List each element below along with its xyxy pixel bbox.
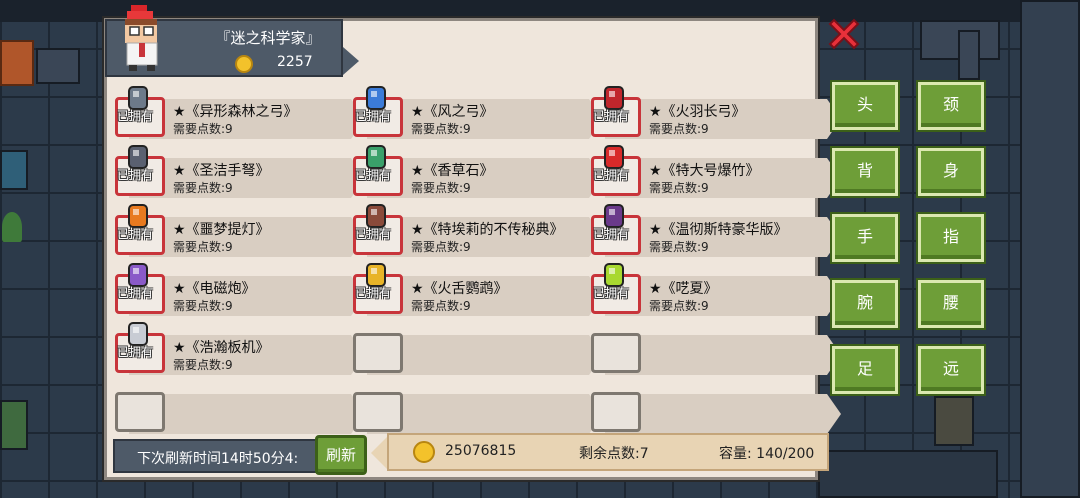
item-cost: 需要点数:9 — [649, 240, 709, 254]
floor-ledge — [818, 450, 998, 498]
scientist-avatar-icon — [125, 5, 158, 71]
pillar — [958, 30, 980, 80]
item-cost: 需要点数:9 — [173, 122, 233, 136]
item-name: ★《电磁炮》 — [173, 281, 256, 297]
item-cost: 需要点数:9 — [649, 299, 709, 313]
category-button[interactable]: 头 — [832, 82, 898, 130]
item-name: ★《火舌鹦鹉》 — [411, 281, 508, 297]
item-name: ★《噩梦提灯》 — [173, 222, 270, 238]
item-cost: 需要点数:9 — [173, 358, 233, 372]
category-button[interactable]: 远 — [918, 346, 984, 394]
item-name: ★《特大号爆竹》 — [649, 163, 760, 179]
total-coins: 25076815 — [445, 443, 517, 459]
shop-panel: 『迷之科学家』 2257 已拥有 ★《异形森林之弓》 需要点数:9 已拥有 ★《风之弓》… — [104, 5, 841, 480]
category-button[interactable]: 腕 — [832, 280, 898, 328]
item-slot — [353, 333, 403, 373]
item-card[interactable]: 已拥有 ★《电磁炮》 需要点数:9 — [115, 263, 365, 318]
item-card[interactable]: 已拥有 ★《圣洁手弩》 需要点数:9 — [115, 145, 365, 200]
owned-label: 已拥有 — [593, 227, 630, 241]
category-button[interactable]: 手 — [832, 214, 898, 262]
item-cost: 需要点数:9 — [649, 122, 709, 136]
item-slot — [591, 333, 641, 373]
points-remaining: 剩余点数:7 — [579, 446, 649, 462]
stats-bar: 25076815 剩余点数:7 容量: 140/200 — [371, 433, 829, 471]
item-card[interactable]: 已拥有 ★《特大号爆竹》 需要点数:9 — [591, 145, 841, 200]
item-name: ★《圣洁手弩》 — [173, 163, 270, 179]
item-card[interactable]: 已拥有 ★《火舌鹦鹉》 需要点数:9 — [353, 263, 603, 318]
console — [0, 400, 28, 450]
item-cost: 需要点数:9 — [411, 122, 471, 136]
item-name: ★《香草石》 — [411, 163, 494, 179]
owned-label: 已拥有 — [117, 109, 154, 123]
capacity: 容量: 140/200 — [719, 446, 815, 462]
close-icon[interactable] — [826, 16, 862, 52]
item-cost: 需要点数:9 — [411, 181, 471, 195]
item-name: ★《火羽长弓》 — [649, 104, 746, 120]
item-cost: 需要点数:9 — [173, 240, 233, 254]
owned-label: 已拥有 — [355, 168, 392, 182]
item-card[interactable]: 已拥有 ★《火羽长弓》 需要点数:9 — [591, 86, 841, 141]
item-name: ★《温彻斯特豪华版》 — [649, 222, 788, 238]
item-card[interactable]: 已拥有 ★《特埃莉的不传秘典》 需要点数:9 — [353, 204, 603, 259]
player-name: 『迷之科学家』 — [215, 29, 321, 47]
item-slot — [353, 392, 403, 432]
vending-machine — [934, 396, 974, 446]
player-header: 『迷之科学家』 2257 — [105, 5, 359, 77]
item-cost: 需要点数:9 — [649, 181, 709, 195]
owned-label: 已拥有 — [593, 286, 630, 300]
empty-item-slot[interactable] — [353, 384, 603, 436]
item-name: ★《风之弓》 — [411, 104, 494, 120]
item-name: ★《呓夏》 — [649, 281, 718, 297]
refresh-timer: 下次刷新时间14时50分4: — [113, 439, 317, 473]
category-button[interactable]: 颈 — [918, 82, 984, 130]
item-card[interactable]: 已拥有 ★《呓夏》需要点数:9 — [591, 263, 841, 318]
crate — [0, 40, 34, 86]
item-card[interactable]: 已拥有 ★《浩瀚板机》 需要点数:9 — [115, 322, 365, 377]
owned-label: 已拥有 — [593, 168, 630, 182]
empty-item-slot[interactable] — [353, 325, 603, 377]
owned-label: 已拥有 — [117, 227, 154, 241]
item-cost: 需要点数:9 — [173, 299, 233, 313]
gold-coin-icon — [413, 441, 435, 463]
refresh-button[interactable]: 刷新 — [315, 435, 367, 475]
player-coin-count: 2257 — [277, 54, 313, 70]
potted-plant — [2, 212, 22, 242]
empty-item-slot[interactable] — [591, 384, 841, 436]
owned-label: 已拥有 — [593, 109, 630, 123]
owned-label: 已拥有 — [117, 286, 154, 300]
item-card[interactable]: 已拥有 ★《温彻斯特豪华版》 需要点数:9 — [591, 204, 841, 259]
category-button[interactable]: 身 — [918, 148, 984, 196]
machine — [36, 48, 80, 84]
item-name: ★《异形森林之弓》 — [173, 104, 298, 120]
owned-label: 已拥有 — [355, 109, 392, 123]
owned-label: 已拥有 — [355, 286, 392, 300]
gold-coin-icon — [235, 55, 253, 73]
item-name: ★《浩瀚板机》 — [173, 340, 270, 356]
item-slot — [115, 392, 165, 432]
owned-label: 已拥有 — [117, 345, 154, 359]
item-card[interactable]: 已拥有 ★《噩梦提灯》 需要点数:9 — [115, 204, 365, 259]
category-button[interactable]: 指 — [918, 214, 984, 262]
category-button[interactable]: 腰 — [918, 280, 984, 328]
item-cost: 需要点数:9 — [411, 240, 471, 254]
owned-label: 已拥有 — [117, 168, 154, 182]
category-button[interactable]: 足 — [832, 346, 898, 394]
category-button[interactable]: 背 — [832, 148, 898, 196]
item-cost: 需要点数:9 — [173, 181, 233, 195]
terminal — [0, 150, 28, 190]
empty-item-slot[interactable] — [115, 384, 365, 436]
item-cost: 需要点数:9 — [411, 299, 471, 313]
item-name: ★《特埃莉的不传秘典》 — [411, 222, 564, 238]
item-card[interactable]: 已拥有 ★《香草石》 需要点数:9 — [353, 145, 603, 200]
item-card[interactable]: 已拥有 ★《异形森林之弓》 需要点数:9 — [115, 86, 365, 141]
empty-item-slot[interactable] — [591, 325, 841, 377]
item-slot — [591, 392, 641, 432]
owned-label: 已拥有 — [355, 227, 392, 241]
right-wall — [1020, 0, 1080, 498]
refresh-timer-text: 下次刷新时间14时50分4: — [137, 451, 299, 467]
item-card[interactable]: 已拥有 ★《风之弓》 需要点数:9 — [353, 86, 603, 141]
